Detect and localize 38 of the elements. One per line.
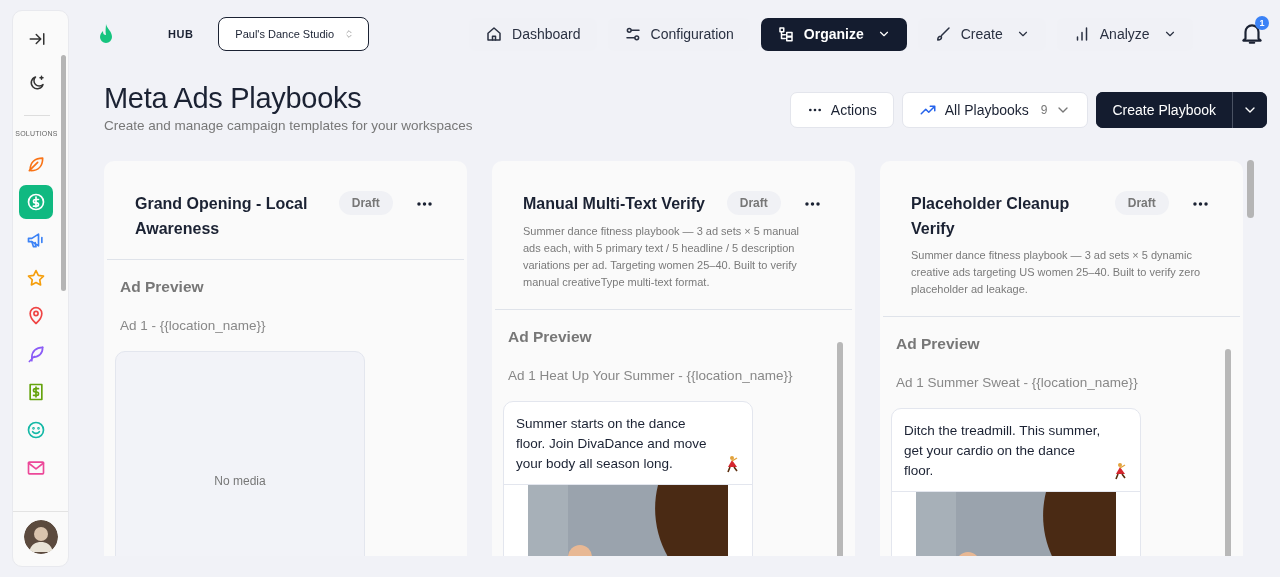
page-title: Meta Ads Playbooks bbox=[104, 82, 363, 115]
dollar-circle-icon bbox=[26, 192, 47, 212]
filter-dropdown[interactable]: All Playbooks 9 bbox=[901, 92, 1089, 128]
scrollbar bbox=[1247, 160, 1254, 218]
page-subtitle: Create and manage campaign templates for your workspaces bbox=[104, 118, 473, 133]
collapse-icon bbox=[27, 30, 46, 48]
sliders-icon bbox=[623, 25, 642, 43]
section-heading: Ad Preview bbox=[895, 335, 981, 353]
more-icon bbox=[804, 202, 820, 206]
notification-count: 1 bbox=[1255, 15, 1269, 30]
ad-text: Summer starts on the dance floor. Join DivaDance and move your body all season long. bbox=[516, 415, 708, 473]
card-description: Summer dance fitness playbook — 3 ad sets × 5 dynamic creative ads targeting US women 25–40. Built to verify zero placeholder ad leakage. bbox=[911, 248, 1202, 297]
card-description: Summer dance fitness playbook — 3 ad sets × 5 manual ads each, with 5 primary text / 5 headline / 5 description variations per ad. Targeting women 25–40. Built to verify manual creativeType multi-text format. bbox=[523, 224, 801, 290]
nav-tab[interactable]: Organize bbox=[760, 17, 907, 51]
section-heading: Ad Preview bbox=[507, 328, 593, 346]
sidebar-item[interactable] bbox=[19, 185, 54, 219]
avatar[interactable] bbox=[23, 520, 58, 554]
empty-text: No media bbox=[214, 474, 266, 488]
card-title: Placeholder Cleanup Verify bbox=[911, 194, 1071, 239]
sort-icon bbox=[344, 29, 355, 39]
actions-button[interactable]: Actions bbox=[789, 92, 894, 128]
home-icon bbox=[485, 25, 504, 43]
more-icon bbox=[416, 202, 432, 206]
section-heading: Ad Preview bbox=[119, 278, 205, 296]
card-title: Grand Opening - Local Awareness bbox=[135, 194, 309, 239]
ad-title: Ad 1 Summer Sweat - {{location_name}} bbox=[896, 375, 1139, 390]
ad-title: Ad 1 - {{location_name}} bbox=[120, 318, 267, 333]
hub-label: HUB bbox=[168, 28, 194, 40]
ad-title: Ad 1 Heat Up Your Summer - {{location_name}} bbox=[508, 368, 794, 383]
status-badge: Draft bbox=[726, 191, 781, 215]
card-title: Manual Multi-Text Verify bbox=[523, 194, 706, 214]
status-badge: Draft bbox=[1114, 191, 1169, 215]
hierarchy-icon bbox=[776, 25, 795, 43]
more-icon bbox=[1192, 202, 1208, 206]
dropdown-button[interactable] bbox=[1232, 92, 1267, 128]
status-badge: Draft bbox=[338, 191, 393, 215]
workspace-selector[interactable]: Paul's Dance Studio bbox=[218, 17, 370, 51]
ad-text: Ditch the treadmill. This summer, get your cardio on the dance floor. bbox=[904, 422, 1102, 480]
